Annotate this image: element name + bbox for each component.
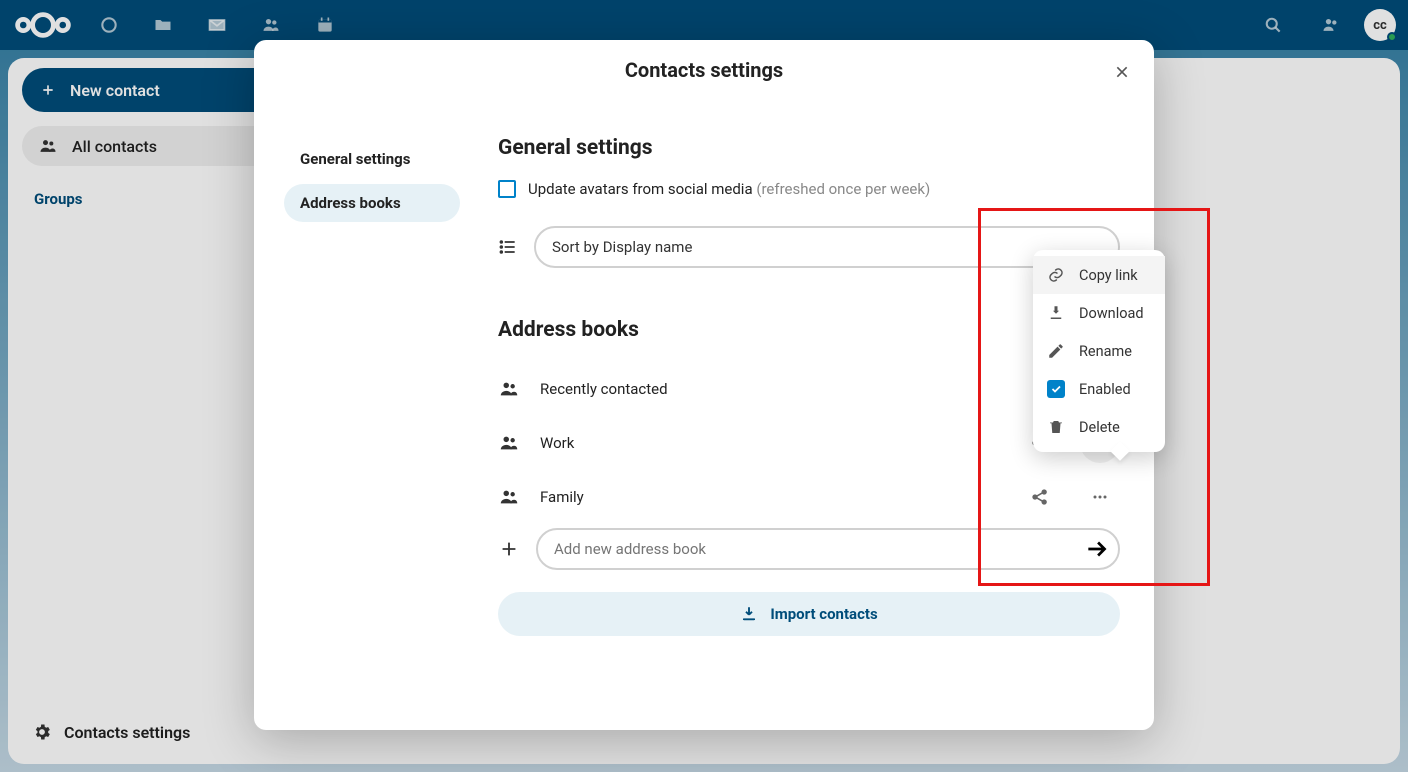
- modal-nav: General settings Address books: [254, 100, 474, 710]
- more-icon[interactable]: [1080, 477, 1120, 517]
- group-icon: [498, 378, 520, 400]
- nav-item-address-books[interactable]: Address books: [284, 184, 460, 222]
- nav-item-general[interactable]: General settings: [284, 140, 460, 178]
- plus-icon: [498, 538, 520, 560]
- context-menu: Copy link Download Rename Enabled Delete: [1033, 250, 1165, 452]
- arrow-right-icon[interactable]: [1084, 536, 1110, 562]
- add-address-book-input[interactable]: [536, 528, 1120, 570]
- list-icon: [498, 237, 518, 257]
- checkbox-label: Update avatars from social media (refres…: [528, 180, 930, 198]
- ctx-download[interactable]: Download: [1033, 294, 1165, 332]
- share-icon[interactable]: [1020, 477, 1060, 517]
- checkbox-icon[interactable]: [498, 180, 516, 198]
- avatars-checkbox-row[interactable]: Update avatars from social media (refres…: [498, 180, 1120, 198]
- import-contacts-button[interactable]: Import contacts: [498, 592, 1120, 636]
- ctx-delete[interactable]: Delete: [1033, 408, 1165, 446]
- address-book-row: Work: [498, 416, 1120, 470]
- close-icon[interactable]: [1104, 54, 1140, 90]
- import-contacts-label: Import contacts: [770, 605, 877, 623]
- settings-modal: Contacts settings General settings Addre…: [254, 40, 1154, 730]
- ctx-enabled[interactable]: Enabled: [1033, 370, 1165, 408]
- address-book-name: Family: [540, 488, 1000, 506]
- ctx-rename[interactable]: Rename: [1033, 332, 1165, 370]
- address-book-row: Recently contacted: [498, 362, 1120, 416]
- group-icon: [498, 432, 520, 454]
- modal-header: Contacts settings: [254, 40, 1154, 100]
- ctx-copy-link[interactable]: Copy link: [1033, 256, 1165, 294]
- add-address-book-row: [498, 528, 1120, 570]
- address-book-name: Work: [540, 434, 1000, 452]
- modal-title: Contacts settings: [625, 58, 783, 82]
- address-book-row: Family: [498, 470, 1120, 524]
- general-heading: General settings: [498, 136, 1120, 160]
- address-books-heading: Address books: [498, 318, 1120, 342]
- group-icon: [498, 486, 520, 508]
- checkbox-checked-icon: [1047, 380, 1065, 398]
